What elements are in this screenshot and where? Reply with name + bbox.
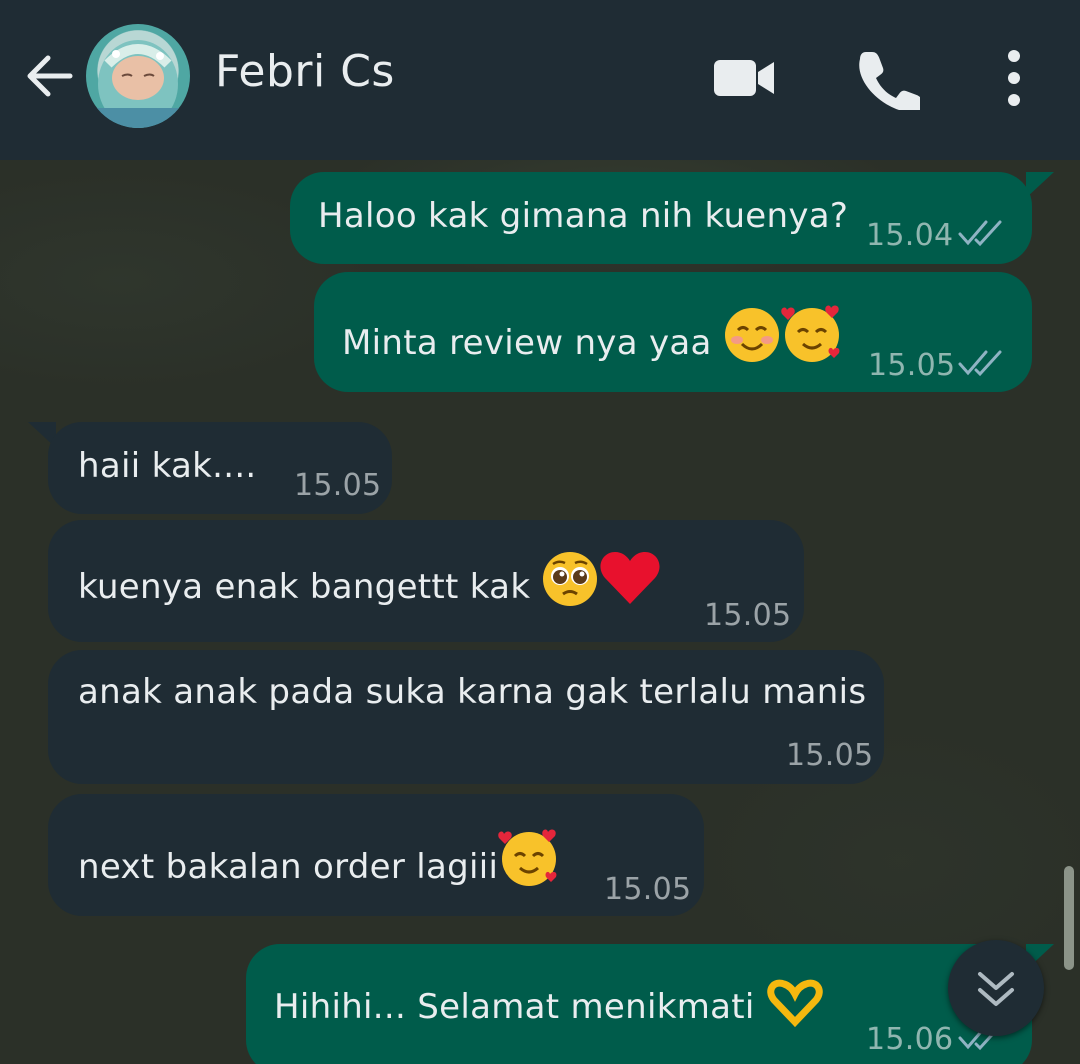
scrollbar-thumb[interactable] — [1064, 866, 1074, 970]
message-bubble-outgoing[interactable]: Minta review nya yaa 15.05 — [314, 272, 1032, 392]
contact-avatar[interactable] — [86, 24, 190, 128]
message-bubble-outgoing[interactable]: Hihihi... Selamat menikmati 15.06 — [246, 944, 1032, 1064]
chat-header: Febri Cs — [0, 0, 1080, 160]
back-arrow-icon[interactable] — [22, 48, 78, 104]
message-bubble-incoming[interactable]: anak anak pada suka karna gak terlalu ma… — [48, 650, 884, 784]
message-time: 15.05 — [786, 738, 874, 773]
red-heart-emoji — [600, 552, 660, 604]
message-time: 15.05 — [294, 468, 382, 503]
message-text: kuenya enak bangettt kak — [78, 550, 661, 609]
voice-call-icon[interactable] — [856, 46, 920, 110]
message-bubble-incoming[interactable]: haii kak.... 15.05 — [48, 422, 392, 514]
more-options-icon[interactable] — [990, 46, 1038, 110]
message-text: next bakalan order lagiii — [78, 826, 560, 889]
message-text: Hihihi... Selamat menikmati — [274, 978, 824, 1029]
message-time: 15.05 — [868, 348, 956, 383]
message-time: 15.05 — [704, 598, 792, 633]
message-bubble-outgoing[interactable]: Haloo kak gimana nih kuenya? 15.04 — [290, 172, 1032, 264]
message-text: Minta review nya yaa — [342, 302, 843, 365]
message-text: haii kak.... — [78, 446, 257, 486]
message-bubble-incoming[interactable]: kuenya enak bangettt kak 15.05 — [48, 520, 804, 642]
video-call-icon[interactable] — [712, 46, 776, 110]
heart-hands-emoji — [767, 979, 823, 1028]
contact-name[interactable]: Febri Cs — [215, 46, 395, 97]
bubble-tail — [1026, 172, 1054, 198]
message-text: Haloo kak gimana nih kuenya? — [318, 196, 849, 236]
message-bubble-incoming[interactable]: next bakalan order lagiii 15.05 — [48, 794, 704, 916]
read-receipt-icon — [958, 350, 1002, 377]
message-time: 15.04 — [866, 218, 954, 253]
pleading-face-emoji — [543, 552, 598, 606]
read-receipt-icon — [958, 220, 1002, 247]
chat-area[interactable]: Haloo kak gimana nih kuenya? 15.04 Minta… — [0, 160, 1080, 1064]
smiling-hearts-emoji — [781, 305, 840, 362]
scroll-to-bottom-button[interactable] — [948, 940, 1044, 1036]
message-text: anak anak pada suka karna gak terlalu ma… — [78, 672, 867, 712]
smiling-hearts-emoji — [498, 829, 557, 886]
smiling-blush-emoji — [724, 308, 779, 362]
message-time: 15.05 — [604, 872, 692, 907]
message-time: 15.06 — [866, 1022, 954, 1057]
double-chevron-down-icon — [978, 972, 1014, 1006]
